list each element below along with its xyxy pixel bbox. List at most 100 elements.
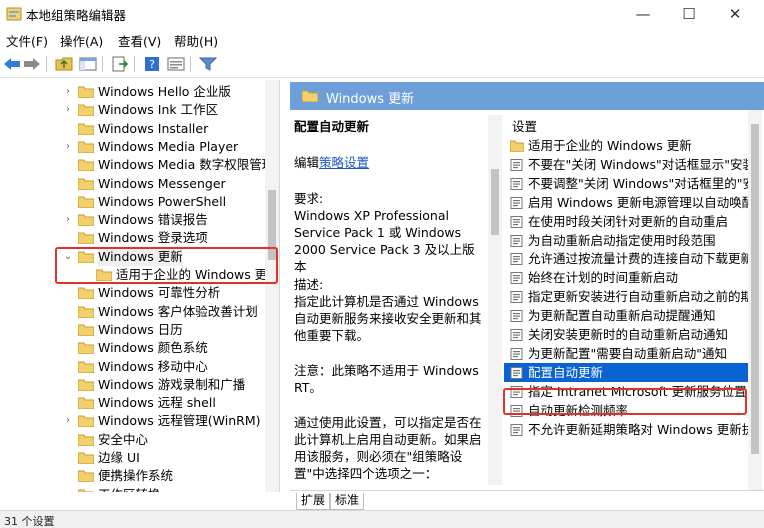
menu-view[interactable]: 查看(V) <box>118 31 161 50</box>
description-scrollbar[interactable] <box>488 115 502 485</box>
chevron-right-icon[interactable]: › <box>62 211 74 229</box>
tab-standard[interactable]: 标准 <box>330 493 365 510</box>
folder-icon <box>78 86 94 98</box>
folder-icon <box>78 306 94 318</box>
tree-item[interactable]: Windows Messenger <box>0 175 279 193</box>
tree-item-label: 边缘 UI <box>98 450 140 465</box>
setting-row[interactable]: 始终在计划的时间重新启动 <box>504 268 750 287</box>
up-folder-button[interactable] <box>54 54 74 74</box>
tree-item[interactable]: Windows 远程 shell <box>0 394 279 412</box>
export-icon <box>112 56 129 72</box>
tree-item[interactable]: Windows 日历 <box>0 321 279 339</box>
maximize-button[interactable]: ☐ <box>666 0 712 28</box>
policy-title: 配置自动更新 <box>294 119 370 134</box>
tree-item[interactable]: › Windows Hello 企业版 <box>0 83 279 101</box>
policy-setting-icon <box>510 347 523 360</box>
setting-row[interactable]: 关闭安装更新时的自动重新启动通知 <box>504 325 750 344</box>
chevron-right-icon[interactable]: › <box>62 138 74 156</box>
tree-item[interactable]: Windows 游戏录制和广播 <box>0 376 279 394</box>
filter-icon <box>199 57 217 71</box>
tree-item-label: Windows 颜色系统 <box>98 340 208 356</box>
folder-icon <box>78 196 94 208</box>
setting-row-label: 允许通过按流量计费的连接自动下载更新 <box>528 251 750 267</box>
tree-item-label: Windows 游戏录制和广播 <box>98 376 246 392</box>
tree-scrollbar[interactable] <box>265 80 279 492</box>
policy-setting-icon <box>510 215 523 228</box>
folder-icon <box>78 361 94 373</box>
folder-icon <box>78 159 94 172</box>
tree-item[interactable]: Windows Installer <box>0 120 279 138</box>
folder-icon <box>78 214 94 227</box>
setting-row[interactable]: 为自动重新启动指定使用时段范围 <box>504 231 750 250</box>
export-list-button[interactable] <box>110 54 130 74</box>
setting-row-label: 适用于企业的 Windows 更新 <box>528 138 692 153</box>
policy-setting-icon <box>510 423 523 436</box>
forward-button[interactable] <box>22 54 42 74</box>
setting-row-selected[interactable]: 配置自动更新 <box>504 362 750 382</box>
more-text: 通过使用此设置，可以指定是否在此计算机上启用自动更新。如果启用该服务，则必须在"… <box>294 415 482 481</box>
filter-button[interactable] <box>198 54 218 74</box>
setting-row-label: 启用 Windows 更新电源管理以自动唤醒 <box>528 194 750 210</box>
edit-line: 编辑策略设置 <box>294 154 484 171</box>
chevron-right-icon[interactable]: › <box>62 412 74 430</box>
folder-icon <box>78 415 94 428</box>
arrow-right-icon <box>24 58 40 70</box>
setting-row[interactable]: 不允许更新延期策略对 Windows 更新执 <box>504 420 750 439</box>
setting-row[interactable]: 在使用时段关闭针对更新的自动重启 <box>504 212 750 231</box>
tree-item[interactable]: 边缘 UI <box>0 449 279 467</box>
setting-row[interactable]: 适用于企业的 Windows 更新 <box>504 136 750 155</box>
setting-row-label: 不允许更新延期策略对 Windows 更新执 <box>528 421 750 437</box>
settings-column-header[interactable]: 设置 <box>512 116 537 135</box>
setting-row[interactable]: 不要在"关闭 Windows"对话框显示"安装更 <box>504 155 750 174</box>
setting-row[interactable]: 指定更新安装进行自动重新启动之前的期 <box>504 287 750 306</box>
setting-row[interactable]: 允许通过按流量计费的连接自动下载更新 <box>504 249 750 268</box>
tree-item[interactable]: Windows PowerShell <box>0 193 279 211</box>
properties-button[interactable] <box>166 54 186 74</box>
tree-item-label: Windows Installer <box>98 120 209 136</box>
folder-icon <box>78 232 94 245</box>
chevron-right-icon[interactable]: › <box>62 101 74 119</box>
close-button[interactable]: ✕ <box>712 0 758 28</box>
setting-row[interactable]: 启用 Windows 更新电源管理以自动唤醒 <box>504 193 750 212</box>
tree-item[interactable]: 便携操作系统 <box>0 467 279 485</box>
policy-setting-icon <box>510 158 523 171</box>
settings-scrollbar[interactable] <box>748 110 762 490</box>
help-button[interactable]: ? <box>142 54 162 74</box>
setting-row[interactable]: 不要调整"关闭 Windows"对话框里的"安装更 <box>504 174 750 193</box>
title-bar: 本地组策略编辑器 — ☐ ✕ <box>0 0 764 28</box>
tree-item-label: Windows 错误报告 <box>98 212 208 228</box>
tree-item[interactable]: › Windows 错误报告 <box>0 211 279 229</box>
tree-item[interactable]: Windows 登录选项 <box>0 229 279 247</box>
back-button[interactable] <box>2 54 22 74</box>
tree-item[interactable]: 安全中心 <box>0 431 279 449</box>
tab-extended[interactable]: 扩展 <box>296 493 331 510</box>
toolbar-separator <box>102 56 103 72</box>
tree-item-label: Windows 日历 <box>98 321 183 337</box>
show-hide-tree-button[interactable] <box>78 54 98 74</box>
setting-row[interactable]: 为更新配置自动重新启动提醒通知 <box>504 306 750 325</box>
tree-item[interactable]: › Windows 远程管理(WinRM) <box>0 412 279 430</box>
description-scrollbar-thumb[interactable] <box>491 169 499 235</box>
edit-policy-link[interactable]: 策略设置 <box>319 155 369 170</box>
menu-file[interactable]: 文件(F) <box>6 31 48 50</box>
tree-item[interactable]: Windows 颜色系统 <box>0 339 279 357</box>
requires-label: 要求: <box>294 191 324 206</box>
menu-help[interactable]: 帮助(H) <box>174 31 218 50</box>
setting-row[interactable]: 为更新配置"需要自动重新启动"通知 <box>504 344 750 363</box>
tree-item[interactable]: › Windows Media Player <box>0 138 279 156</box>
settings-scrollbar-thumb[interactable] <box>751 124 759 454</box>
tree-item[interactable]: › Windows Ink 工作区 <box>0 101 279 119</box>
help-icon: ? <box>145 57 159 71</box>
right-pane-header: Windows 更新 <box>290 82 764 110</box>
setting-row-label: 配置自动更新 <box>528 364 604 380</box>
setting-row-label: 为更新配置"需要自动重新启动"通知 <box>528 345 727 361</box>
minimize-button[interactable]: — <box>620 0 666 28</box>
policy-setting-icon <box>510 272 523 285</box>
tree-item[interactable]: Windows 移动中心 <box>0 358 279 376</box>
tree-item[interactable]: Windows Media 数字权限管理 <box>0 156 279 174</box>
tree-item[interactable]: 工作区转换 <box>0 486 279 492</box>
tree-item[interactable]: Windows 可靠性分析 <box>0 284 279 302</box>
tree-item[interactable]: Windows 客户体验改善计划 <box>0 303 279 321</box>
menu-action[interactable]: 操作(A) <box>60 31 103 50</box>
chevron-right-icon[interactable]: › <box>62 83 74 101</box>
